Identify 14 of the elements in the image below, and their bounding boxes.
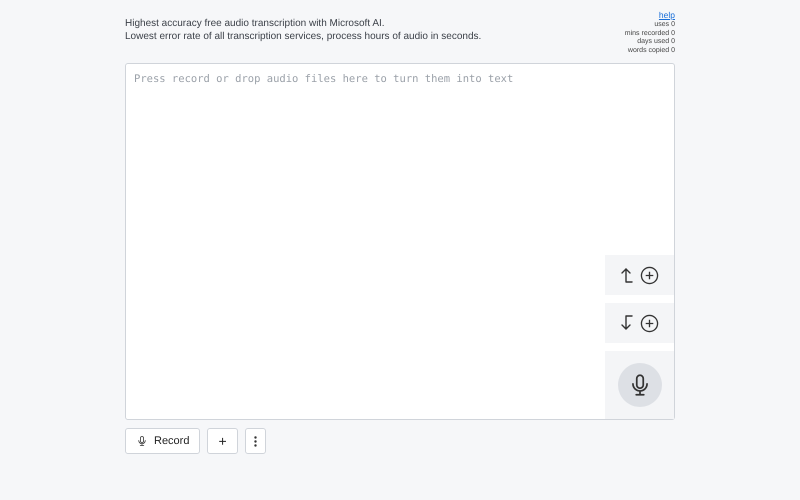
transcript-field[interactable]: Press record or drop audio files here to turn them into text: [125, 63, 675, 420]
tagline-text: Highest accuracy free audio transcription with Microsoft AI.: [125, 18, 386, 30]
insert-below-button[interactable]: [605, 303, 674, 343]
add-button[interactable]: +: [207, 428, 238, 454]
help-link[interactable]: help: [658, 10, 675, 21]
more-icon: [254, 436, 257, 446]
record-mic-button[interactable]: [618, 363, 662, 407]
plus-circle-icon: [640, 314, 659, 332]
insert-above-button[interactable]: [605, 255, 674, 295]
tagline-text: Lowest error rate of all transcription services, process hours of audio in seconds.: [125, 31, 482, 43]
record-button[interactable]: Record: [125, 428, 200, 454]
plus-circle-icon: [640, 266, 659, 284]
microphone-icon: [136, 435, 148, 447]
more-button[interactable]: [244, 428, 266, 454]
